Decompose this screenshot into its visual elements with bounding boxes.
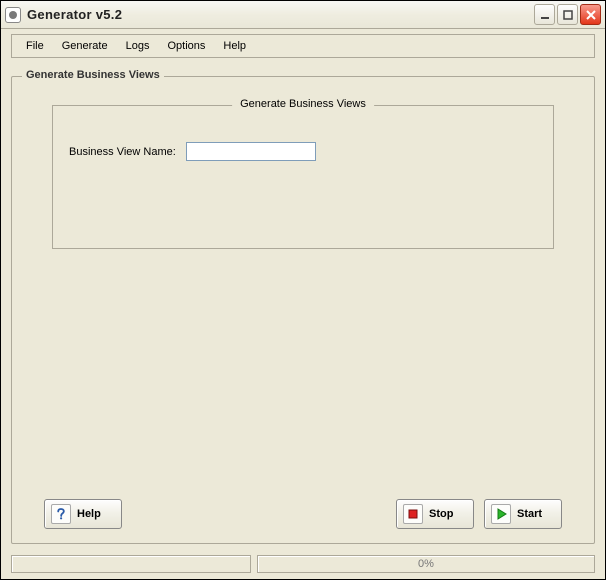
window-controls <box>534 4 601 25</box>
statusbar: 0% <box>1 555 605 579</box>
window-title: Generator v5.2 <box>27 7 534 22</box>
button-row: Help Stop Start <box>12 499 594 529</box>
menu-help[interactable]: Help <box>215 38 254 54</box>
stop-button[interactable]: Stop <box>396 499 474 529</box>
minimize-button[interactable] <box>534 4 555 25</box>
menu-logs[interactable]: Logs <box>118 38 158 54</box>
outer-fieldset: Generate Business Views Generate Busines… <box>11 76 595 544</box>
menubar: File Generate Logs Options Help <box>11 34 595 58</box>
help-icon <box>51 504 71 524</box>
help-button[interactable]: Help <box>44 499 122 529</box>
close-button[interactable] <box>580 4 601 25</box>
help-button-label: Help <box>77 508 101 520</box>
business-view-name-label: Business View Name: <box>69 146 176 158</box>
inner-fieldset: Generate Business Views Business View Na… <box>52 105 554 249</box>
stop-button-label: Stop <box>429 508 453 520</box>
titlebar: Generator v5.2 <box>1 1 605 29</box>
start-button-label: Start <box>517 508 542 520</box>
form-row: Business View Name: <box>69 142 537 161</box>
app-window: Generator v5.2 File Generate Logs Option… <box>0 0 606 580</box>
menu-file[interactable]: File <box>18 38 52 54</box>
inner-fieldset-title: Generate Business Views <box>232 98 374 110</box>
status-left <box>11 555 251 573</box>
stop-icon <box>403 504 423 524</box>
progress-text: 0% <box>418 558 434 570</box>
app-icon <box>5 7 21 23</box>
menu-generate[interactable]: Generate <box>54 38 116 54</box>
menu-options[interactable]: Options <box>159 38 213 54</box>
outer-fieldset-title: Generate Business Views <box>22 69 164 81</box>
progress-bar: 0% <box>257 555 595 573</box>
business-view-name-input[interactable] <box>186 142 316 161</box>
play-icon <box>491 504 511 524</box>
maximize-button[interactable] <box>557 4 578 25</box>
content-area: Generate Business Views Generate Busines… <box>11 68 595 545</box>
start-button[interactable]: Start <box>484 499 562 529</box>
